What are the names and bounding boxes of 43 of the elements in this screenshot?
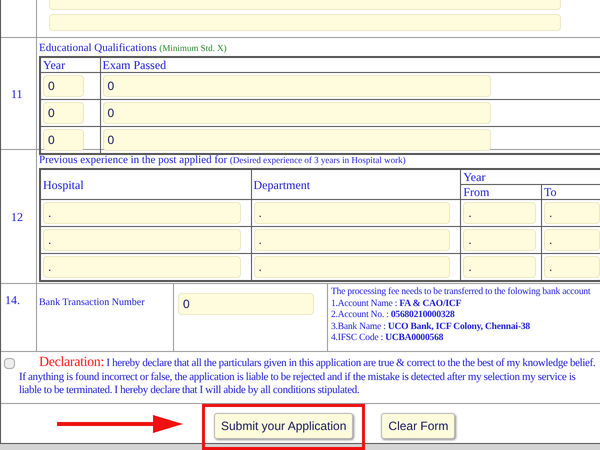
column-header: Exam Passed (102, 58, 166, 72)
exam-field[interactable]: 0 (102, 102, 490, 124)
department-field[interactable]: . (254, 229, 450, 251)
exam-field[interactable]: 0 (102, 128, 490, 151)
account-detail: 4.IFSC Code : UCBA0000568 (331, 333, 444, 344)
department-field[interactable]: . (254, 202, 450, 224)
to-year-field[interactable]: . (544, 256, 600, 278)
submit-button[interactable]: Submit your Application (214, 412, 354, 438)
exam-field[interactable]: 0 (102, 75, 490, 97)
year-field[interactable]: 0 (43, 128, 84, 151)
row-number: 14. (5, 293, 20, 307)
hospital-field[interactable]: . (43, 256, 241, 278)
info-text: The processing fee needs to be transferred to the folowing bank account (331, 287, 592, 298)
to-year-field[interactable]: . (544, 202, 600, 224)
column-header: Year (463, 170, 486, 184)
column-header: Year (43, 58, 66, 72)
arrow-icon (57, 414, 183, 432)
to-year-field[interactable]: . (544, 229, 600, 251)
hospital-field[interactable]: . (43, 202, 241, 224)
section-title: Previous experience in the post applied for (Desired experience of 3 years in Hospital work) (38, 153, 407, 167)
clear-button[interactable]: Clear Form (381, 412, 456, 438)
field-label: Bank Transaction Number (39, 297, 145, 308)
row-number: 12 (11, 208, 23, 226)
checkbox[interactable] (4, 358, 15, 369)
hospital-field[interactable]: . (43, 229, 241, 251)
column-header: Department (254, 178, 310, 192)
declaration-text: Declaration: I hereby declare that all the particulars given in this application are true & correct to the the best of my knowledge belief. If anything is found incorrect or false, the application is liable to be rejected and if the mistake is detected after my selection my service is liable to be terminated. I hereby declare that I will abide by all conditions stipulated. (19, 356, 596, 398)
account-detail: 3.Bank Name : UCO Bank, ICF Colony, Chennai-38 (331, 322, 531, 333)
department-field[interactable]: . (254, 256, 450, 278)
year-field[interactable]: 0 (43, 75, 84, 97)
column-header: To (544, 185, 556, 199)
row-number: 11 (11, 86, 23, 102)
year-field[interactable]: 0 (43, 102, 84, 124)
column-header: From (463, 185, 490, 199)
from-year-field[interactable]: . (463, 229, 536, 251)
column-header: Hospital (43, 178, 84, 192)
from-year-field[interactable]: . (463, 202, 536, 224)
input-field[interactable] (49, 14, 561, 31)
account-detail: 1.Account Name : FA & CAO/ICF (331, 298, 462, 310)
transaction-number-field[interactable]: 0 (178, 293, 314, 315)
section-title: Educational Qualifications (Minimum Std. X) (38, 41, 228, 55)
account-detail: 2.Account No. : 05680210000328 (331, 310, 456, 322)
from-year-field[interactable]: . (463, 256, 536, 278)
